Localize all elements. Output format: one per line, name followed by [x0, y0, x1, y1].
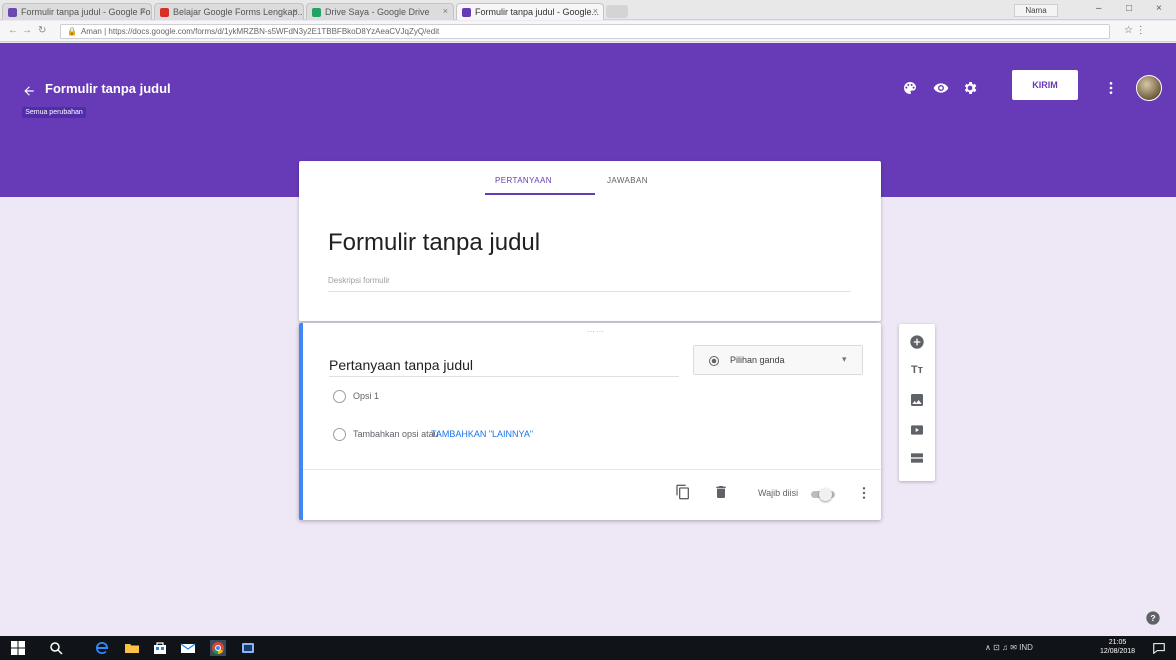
- bookmark-star-icon[interactable]: ☆ ⋮: [1124, 25, 1146, 36]
- system-tray[interactable]: ∧ ⊡ ♫ ✉ IND: [985, 643, 1033, 652]
- tab-favicon-icon: [462, 8, 471, 17]
- close-tab-icon[interactable]: ×: [593, 6, 598, 16]
- required-label: Wajib diisi: [758, 488, 799, 498]
- tab-responses[interactable]: JAWABAN: [607, 176, 648, 185]
- file-explorer-icon[interactable]: [124, 640, 140, 656]
- toggle-thumb: [819, 488, 832, 501]
- more-vert-icon[interactable]: [858, 485, 870, 501]
- notification-icon[interactable]: [1152, 641, 1166, 655]
- question-type-label: Pilihan ganda: [730, 355, 785, 365]
- close-tab-icon[interactable]: ×: [141, 6, 146, 16]
- window-controls: – □ ×: [1090, 2, 1176, 18]
- preview-eye-icon[interactable]: [933, 80, 949, 96]
- help-icon[interactable]: ?: [1145, 610, 1161, 626]
- drag-handle-icon[interactable]: ⋯⋯: [587, 327, 605, 336]
- mail-icon[interactable]: [180, 640, 196, 656]
- tab-label: Formulir tanpa judul - Google Fo...: [21, 7, 152, 17]
- new-tab-button[interactable]: [606, 5, 628, 18]
- dropdown-arrow-icon: ▾: [842, 354, 847, 364]
- browser-tab[interactable]: Belajar Google Forms Lengkap... ×: [154, 3, 304, 20]
- add-option-label: Tambahkan opsi: [353, 429, 419, 439]
- add-image-icon[interactable]: [909, 392, 925, 408]
- add-item-toolbar: Tт: [899, 324, 935, 481]
- tab-questions[interactable]: PERTANYAAN: [495, 176, 552, 185]
- minimize-icon[interactable]: –: [1096, 3, 1102, 14]
- form-title-input[interactable]: Formulir tanpa judul: [328, 229, 540, 257]
- app-icon[interactable]: [240, 640, 256, 656]
- clock-date: 12/08/2018: [1100, 648, 1136, 655]
- more-vert-icon[interactable]: [1103, 80, 1119, 96]
- tab-label: Formulir tanpa judul - Google...: [475, 7, 600, 17]
- send-button[interactable]: KIRIM: [1012, 70, 1078, 100]
- question-title-input[interactable]: Pertanyaan tanpa judul: [329, 357, 473, 373]
- url-text: https://docs.google.com/forms/d/1ykMRZBN…: [108, 27, 440, 36]
- active-tab-indicator: [485, 193, 595, 195]
- browser-toolbar: ← → ↻ 🔒 Aman | https://docs.google.com/fo…: [0, 21, 1176, 42]
- close-tab-icon[interactable]: ×: [443, 6, 448, 16]
- tab-favicon-icon: [160, 8, 169, 17]
- browser-tab-strip: Formulir tanpa judul - Google Fo... × Be…: [0, 0, 1176, 20]
- question-card[interactable]: ⋯⋯ Pertanyaan tanpa judul Pilihan ganda …: [299, 323, 881, 520]
- back-nav-icon[interactable]: ←: [8, 25, 18, 36]
- description-underline: [328, 291, 851, 292]
- option-radio-icon: [333, 390, 346, 403]
- tab-label: Drive Saya - Google Drive: [325, 7, 430, 17]
- close-tab-icon[interactable]: ×: [293, 6, 298, 16]
- close-window-icon[interactable]: ×: [1156, 3, 1162, 14]
- add-title-icon[interactable]: Tт: [909, 362, 925, 378]
- radio-button-checked-icon: [709, 356, 719, 366]
- url-input[interactable]: 🔒 Aman | https://docs.google.com/forms/d/…: [60, 24, 1110, 39]
- browser-tab-active[interactable]: Formulir tanpa judul - Google... ×: [456, 3, 604, 20]
- tab-label: Belajar Google Forms Lengkap...: [173, 7, 304, 17]
- arrow-back-icon[interactable]: [22, 84, 36, 98]
- form-title-card: PERTANYAAN JAWABAN Formulir tanpa judul …: [299, 161, 881, 321]
- duplicate-icon[interactable]: [675, 484, 691, 500]
- reload-icon[interactable]: ↻: [38, 25, 46, 36]
- clock-time: 21:05: [1108, 639, 1127, 646]
- account-avatar[interactable]: [1136, 75, 1162, 101]
- question-type-dropdown[interactable]: Pilihan ganda ▾: [693, 345, 863, 375]
- header-form-title[interactable]: Formulir tanpa judul: [45, 81, 171, 96]
- tab-favicon-icon: [312, 8, 321, 17]
- palette-icon[interactable]: [902, 80, 918, 96]
- add-section-icon[interactable]: [909, 450, 925, 466]
- lock-icon: 🔒: [67, 27, 77, 36]
- question-title-underline: [329, 376, 679, 377]
- windows-start-icon[interactable]: [10, 640, 26, 656]
- taskbar-clock[interactable]: 21:05 12/08/2018: [1100, 638, 1135, 656]
- option-1-input[interactable]: Opsi 1: [353, 391, 379, 401]
- delete-trash-icon[interactable]: [713, 484, 729, 500]
- secure-label: Aman: [80, 27, 102, 36]
- option-radio-icon: [333, 428, 346, 441]
- chrome-browser-icon[interactable]: [210, 640, 226, 656]
- edge-browser-icon[interactable]: [94, 640, 110, 656]
- maximize-icon[interactable]: □: [1126, 3, 1132, 14]
- form-description-input[interactable]: Deskripsi formulir: [328, 276, 390, 285]
- forward-nav-icon[interactable]: →: [22, 25, 32, 36]
- settings-gear-icon[interactable]: [962, 80, 978, 96]
- add-video-icon[interactable]: [909, 422, 925, 438]
- tab-favicon-icon: [8, 8, 17, 17]
- saved-status-badge: Semua perubahan disimpan: [22, 107, 86, 118]
- add-other-link[interactable]: TAMBAHKAN "LAINNYA": [431, 429, 533, 439]
- profile-button[interactable]: Nama: [1014, 4, 1058, 17]
- windows-taskbar: ∧ ⊡ ♫ ✉ IND 21:05 12/08/2018: [0, 636, 1176, 660]
- add-question-icon[interactable]: [909, 334, 925, 350]
- question-footer-divider: [303, 469, 881, 470]
- browser-tab[interactable]: Drive Saya - Google Drive ×: [306, 3, 454, 20]
- search-icon[interactable]: [48, 640, 64, 656]
- required-toggle[interactable]: [803, 488, 837, 501]
- add-option-input[interactable]: Tambahkan opsi atau: [353, 429, 439, 439]
- svg-text:?: ?: [1150, 613, 1155, 623]
- store-icon[interactable]: [152, 640, 168, 656]
- browser-tab[interactable]: Formulir tanpa judul - Google Fo... ×: [2, 3, 152, 20]
